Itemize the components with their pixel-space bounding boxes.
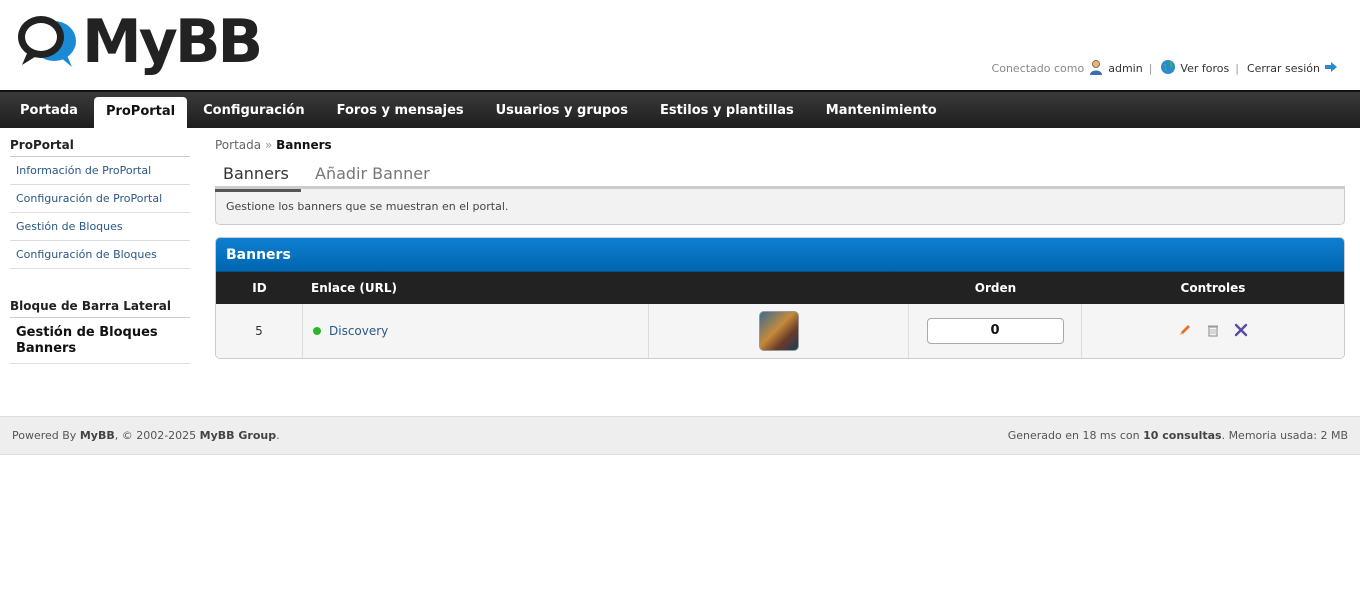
logout-arrow-icon[interactable] [1324, 61, 1338, 76]
breadcrumb-home[interactable]: Portada [215, 138, 261, 152]
row-id: 5 [216, 304, 303, 358]
footer: Powered By MyBB, © 2002-2025 MyBB Group.… [0, 416, 1360, 455]
edit-pencil-icon[interactable] [1178, 323, 1192, 340]
footer-stats: Generado en 18 ms con 10 consultas. Memo… [1008, 417, 1348, 455]
row-image-cell [649, 304, 909, 358]
breadcrumb: Portada » Banners [215, 136, 1345, 152]
period: . [276, 429, 280, 442]
view-forums-link[interactable]: Ver foros [1180, 62, 1229, 75]
connected-as-label: Conectado como [991, 62, 1085, 75]
sidebar-item-blocks-config[interactable]: Configuración de Bloques [10, 241, 190, 269]
username-link[interactable]: admin [1108, 62, 1142, 75]
banner-thumbnail[interactable] [758, 311, 799, 351]
query-count: 10 consultas [1143, 429, 1222, 442]
row-order-cell: 0 [909, 304, 1082, 358]
description-box: Gestione los banners que se muestran en … [215, 189, 1345, 225]
sidebar: ProPortal Información de ProPortal Confi… [10, 136, 190, 364]
mybb-link[interactable]: MyBB [80, 429, 115, 442]
breadcrumb-current: Banners [276, 138, 332, 152]
logout-link[interactable]: Cerrar sesión [1247, 62, 1320, 75]
table-title: Banners [216, 238, 1344, 272]
footer-credits: Powered By MyBB, © 2002-2025 MyBB Group. [12, 417, 280, 455]
order-input[interactable]: 0 [926, 318, 1064, 344]
banners-table: Banners ID Enlace (URL) Orden Controles … [215, 237, 1345, 359]
column-order: Orden [974, 281, 1017, 295]
active-tab-indicator [215, 189, 301, 192]
trash-icon[interactable] [1206, 323, 1220, 340]
separator: | [1148, 62, 1153, 75]
menu-item-portada[interactable]: Portada [4, 92, 94, 130]
generated-text: Generado en 18 ms con [1007, 429, 1140, 442]
menu-item-usuarios[interactable]: Usuarios y grupos [480, 92, 644, 130]
status-active-icon [313, 327, 321, 335]
main-content: Portada » Banners Banners Añadir Banner … [215, 136, 1345, 359]
banner-link[interactable]: Discovery [329, 324, 388, 338]
table-row: 5 Discovery 0 [216, 304, 1344, 358]
column-controls: Controles [1180, 281, 1246, 295]
user-bar: Conectado como admin | Ver foros | Cerra… [992, 59, 1338, 78]
sidebar-section-title: Bloque de Barra Lateral [10, 297, 190, 318]
separator: | [1235, 62, 1239, 75]
mybb-group-link[interactable]: MyBB Group [200, 429, 276, 442]
logo-bubbles-icon [16, 13, 78, 71]
copyright-text: , © 2002-2025 [114, 429, 197, 442]
menu-item-estilos[interactable]: Estilos y plantillas [644, 92, 810, 130]
row-link-cell: Discovery [303, 304, 649, 358]
sidebar-item-banners[interactable]: Gestión de Bloques Banners [10, 318, 190, 364]
tab-banners[interactable]: Banners [223, 164, 289, 183]
table-header-row: ID Enlace (URL) Orden Controles [216, 272, 1344, 304]
main-menu: Portada ProPortal Configuración Foros y … [0, 90, 1360, 130]
menu-item-configuracion[interactable]: Configuración [187, 92, 320, 130]
column-image [649, 272, 909, 304]
row-controls [1082, 304, 1344, 358]
column-link: Enlace (URL) [311, 281, 397, 295]
menu-item-proportal[interactable]: ProPortal [93, 97, 188, 130]
powered-by-text: Powered By [12, 429, 77, 442]
menu-item-foros[interactable]: Foros y mensajes [321, 92, 480, 130]
tab-add-banner[interactable]: Añadir Banner [315, 164, 430, 183]
sidebar-item-info[interactable]: Información de ProPortal [10, 157, 190, 185]
sidebar-item-blocks[interactable]: Gestión de Bloques [10, 213, 190, 241]
logo-wordmark: MyBB [82, 7, 263, 77]
header: MyBB Conectado como admin | Ver foros | … [0, 0, 1360, 90]
breadcrumb-separator: » [264, 138, 273, 152]
memory-text: . Memoria usada: 2 MB [1221, 429, 1348, 442]
user-icon [1088, 59, 1104, 78]
mybb-logo[interactable]: MyBB [16, 7, 263, 77]
tab-bar: Banners Añadir Banner [215, 164, 1345, 192]
globe-icon [1160, 59, 1176, 78]
sidebar-section-title: ProPortal [10, 136, 190, 157]
sidebar-item-config[interactable]: Configuración de ProPortal [10, 185, 190, 213]
column-id: ID [252, 281, 267, 295]
delete-x-icon[interactable] [1234, 323, 1248, 340]
menu-item-mantenimiento[interactable]: Mantenimiento [810, 92, 953, 130]
